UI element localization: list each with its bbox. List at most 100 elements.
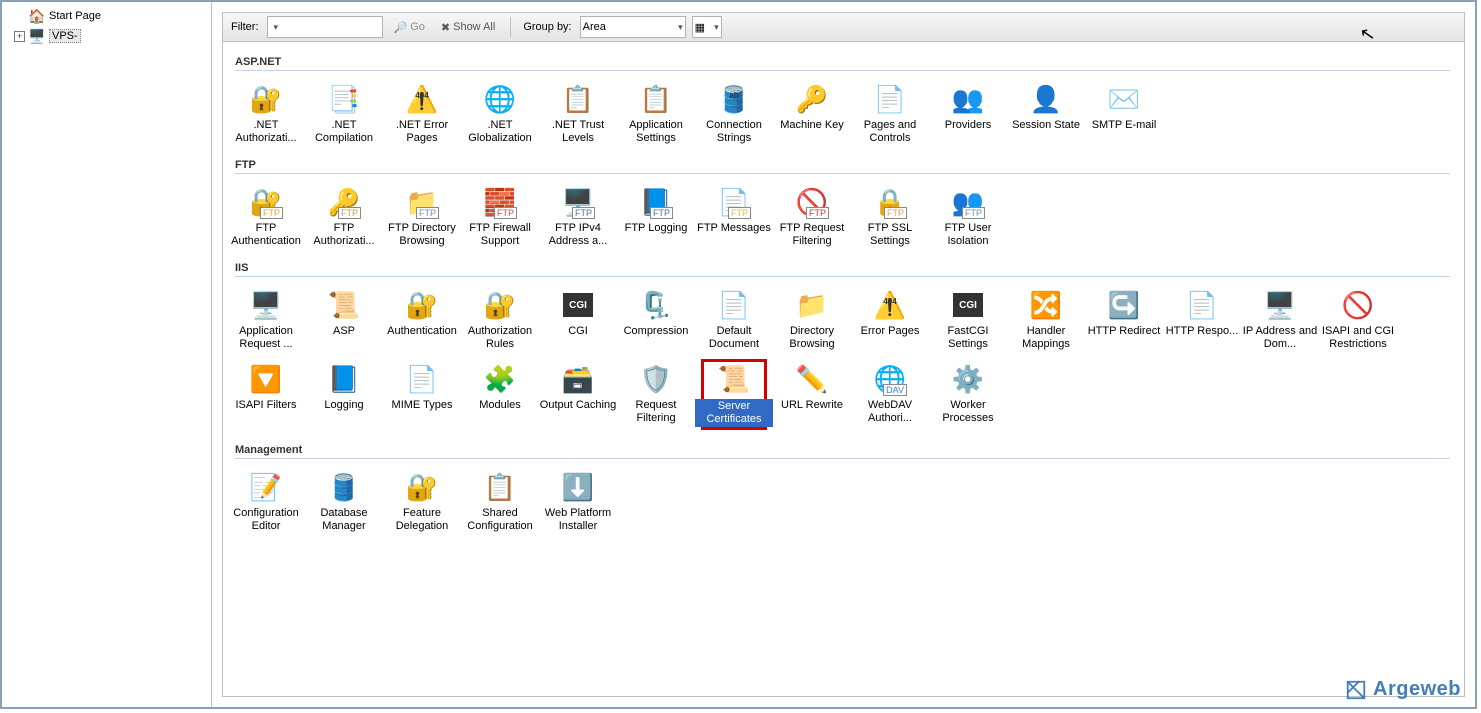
feature-item[interactable]: ⚠️404.NET Error Pages xyxy=(383,79,461,145)
go-button[interactable]: 🔎 Go xyxy=(389,18,430,37)
watermark: Argeweb xyxy=(1345,678,1461,701)
feature-item[interactable]: 📋Shared Configuration xyxy=(461,467,539,533)
feature-icon: 👤 xyxy=(1030,83,1062,115)
watermark-logo-icon xyxy=(1345,679,1367,701)
feature-item[interactable]: 🧱FTPFTP Firewall Support xyxy=(461,182,539,248)
feature-label: FTP Directory Browsing xyxy=(383,222,461,248)
feature-item[interactable]: 🔑Machine Key xyxy=(773,79,851,145)
feature-item[interactable]: 🔽ISAPI Filters xyxy=(227,359,305,430)
group-header[interactable]: Management xyxy=(235,444,1460,459)
feature-item[interactable]: 🔐Authentication xyxy=(383,285,461,351)
icon-grid: 📝Configuration Editor🛢️Database Manager🔐… xyxy=(227,463,1460,537)
feature-item[interactable]: 🛢️abConnection Strings xyxy=(695,79,773,145)
feature-item[interactable]: CGI CGI xyxy=(539,285,617,351)
feature-item[interactable]: 🖥️ IP Address and Dom... xyxy=(1241,285,1319,351)
feature-item[interactable]: 👥FTPFTP User Isolation xyxy=(929,182,1007,248)
feature-item[interactable]: 🔒FTP FTP SSL Settings xyxy=(851,182,929,248)
feature-item[interactable]: 🔐Feature Delegation xyxy=(383,467,461,533)
feature-item[interactable]: 🚫FTPFTP Request Filtering xyxy=(773,182,851,248)
feature-icon: 📘FTP xyxy=(640,186,672,218)
feature-item[interactable]: 📘FTPFTP Logging xyxy=(617,182,695,248)
feature-icon: CGI xyxy=(562,289,594,321)
view-mode-combo[interactable]: ▦ xyxy=(692,16,722,38)
feature-item[interactable]: 📑.NET Compilation xyxy=(305,79,383,145)
feature-item[interactable]: 🧩Modules xyxy=(461,359,539,430)
feature-item[interactable]: ⚙️ Worker Processes xyxy=(929,359,1007,430)
feature-icon: ↪️ xyxy=(1108,289,1140,321)
feature-item[interactable]: 🗜️Compression xyxy=(617,285,695,351)
feature-item[interactable]: 🖥️FTPFTP IPv4 Address a... xyxy=(539,182,617,248)
feature-label: Connection Strings xyxy=(695,119,773,145)
feature-icon: 🔐 xyxy=(250,83,282,115)
filter-combo[interactable] xyxy=(267,16,383,38)
feature-icon: ⚙️ xyxy=(952,363,984,395)
group-by-combo[interactable]: Area xyxy=(580,16,686,38)
tree-expander-icon[interactable]: + xyxy=(14,31,25,42)
feature-item[interactable]: 📋.NET Trust Levels xyxy=(539,79,617,145)
feature-item[interactable]: 🔑FTPFTP Authorizati... xyxy=(305,182,383,248)
feature-icon: 🖥️ xyxy=(1264,289,1296,321)
feature-item[interactable]: 🔐Authorization Rules xyxy=(461,285,539,351)
feature-item[interactable]: 📄HTTP Respo... xyxy=(1163,285,1241,351)
feature-label: Handler Mappings xyxy=(1007,325,1085,351)
feature-item[interactable]: 👤Session State xyxy=(1007,79,1085,145)
feature-icon: 🔒FTP xyxy=(874,186,906,218)
feature-label: CGI xyxy=(539,325,617,338)
feature-item[interactable]: 🚫ISAPI and CGI Restrictions xyxy=(1319,285,1397,351)
feature-label: Request Filtering xyxy=(617,399,695,425)
feature-item[interactable]: 📜ASP xyxy=(305,285,383,351)
feature-item[interactable]: ⚠️404Error Pages xyxy=(851,285,929,351)
feature-item[interactable]: 🔐FTPFTP Authentication xyxy=(227,182,305,248)
feature-item[interactable]: CGIFastCGI Settings xyxy=(929,285,1007,351)
feature-label: Providers xyxy=(929,119,1007,132)
feature-item[interactable]: 👥Providers xyxy=(929,79,1007,145)
feature-item[interactable]: 🛡️Request Filtering xyxy=(617,359,695,430)
feature-item[interactable]: 📁FTPFTP Directory Browsing xyxy=(383,182,461,248)
feature-item[interactable]: 🗃️Output Caching xyxy=(539,359,617,430)
feature-icon: ⚠️404 xyxy=(874,289,906,321)
feature-item[interactable]: 📜Server Certificates xyxy=(695,359,773,430)
tree-item-start-page[interactable]: 🏠 Start Page xyxy=(2,6,211,26)
group-header[interactable]: IIS xyxy=(235,262,1460,277)
feature-icon: 📄 xyxy=(1186,289,1218,321)
feature-icon: 🧩 xyxy=(484,363,516,395)
tree-item-server[interactable]: + 🖥️ VPS- xyxy=(2,26,211,46)
feature-label: .NET Trust Levels xyxy=(539,119,617,145)
tree-item-label: Start Page xyxy=(49,10,101,22)
feature-icon: 🖥️FTP xyxy=(562,186,594,218)
feature-item[interactable]: 🖥️Application Request ... xyxy=(227,285,305,351)
tree-item-label: VPS- xyxy=(49,29,81,43)
feature-item[interactable]: ✏️URL Rewrite xyxy=(773,359,851,430)
feature-item[interactable]: 📄Default Document xyxy=(695,285,773,351)
feature-item[interactable]: 📝Configuration Editor xyxy=(227,467,305,533)
feature-label: Worker Processes xyxy=(929,399,1007,425)
feature-item[interactable]: 📋Application Settings xyxy=(617,79,695,145)
show-all-button[interactable]: ✖ Show All xyxy=(436,18,500,37)
feature-item[interactable]: 📁Directory Browsing xyxy=(773,285,851,351)
feature-label: Feature Delegation xyxy=(383,507,461,533)
feature-item[interactable]: ⬇️Web Platform Installer xyxy=(539,467,617,533)
feature-label: MIME Types xyxy=(383,399,461,412)
feature-icon: 🔀 xyxy=(1030,289,1062,321)
features-content: ASP.NET 🔐.NET Authorizati...📑.NET Compila… xyxy=(223,42,1464,696)
feature-item[interactable]: 🔀 Handler Mappings xyxy=(1007,285,1085,351)
feature-icon: 🔽 xyxy=(250,363,282,395)
feature-item[interactable]: 🌐DAVWebDAV Authori... xyxy=(851,359,929,430)
feature-item[interactable]: 📄Pages and Controls xyxy=(851,79,929,145)
feature-item[interactable]: ↪️HTTP Redirect xyxy=(1085,285,1163,351)
feature-icon: 🚫 xyxy=(1342,289,1374,321)
feature-item[interactable]: ✉️SMTP E-mail xyxy=(1085,79,1163,145)
feature-label: SMTP E-mail xyxy=(1085,119,1163,132)
connections-tree[interactable]: 🏠 Start Page + 🖥️ VPS- xyxy=(2,2,212,707)
feature-item[interactable]: 📘Logging xyxy=(305,359,383,430)
feature-item[interactable]: 🛢️Database Manager xyxy=(305,467,383,533)
feature-item[interactable]: 📄FTPFTP Messages xyxy=(695,182,773,248)
feature-icon: 🗃️ xyxy=(562,363,594,395)
feature-item[interactable]: 📄MIME Types xyxy=(383,359,461,430)
feature-item[interactable]: 🌐.NET Globalization xyxy=(461,79,539,145)
feature-label: FTP SSL Settings xyxy=(851,222,929,248)
group-header[interactable]: FTP xyxy=(235,159,1460,174)
feature-item[interactable]: 🔐.NET Authorizati... xyxy=(227,79,305,145)
feature-label: IP Address and Dom... xyxy=(1241,325,1319,351)
group-header[interactable]: ASP.NET xyxy=(235,56,1460,71)
